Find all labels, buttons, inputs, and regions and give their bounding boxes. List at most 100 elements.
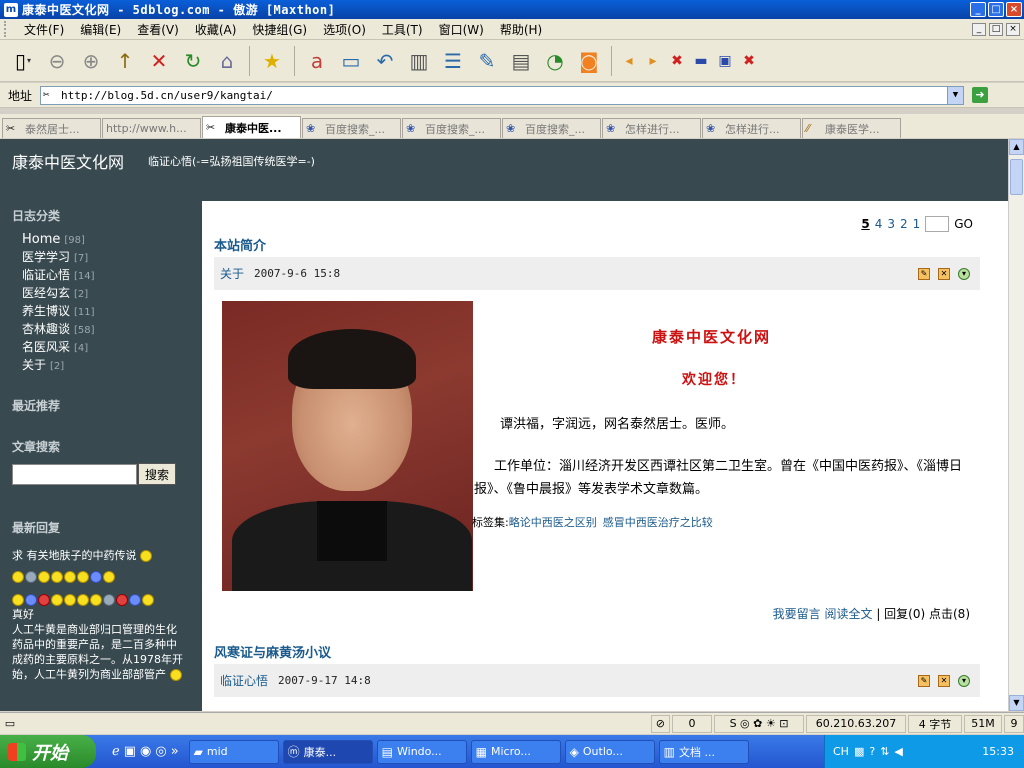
page-link[interactable]: 1 <box>913 217 921 231</box>
columns-icon[interactable]: ▥ <box>404 46 434 76</box>
reply-item[interactable]: 人工牛黄是商业部归口管理的生化药品中的重要产品，是二百多种中成药的主要原料之一。… <box>12 622 184 682</box>
language-indicator[interactable]: CH <box>833 745 849 758</box>
ime-icon[interactable]: ▩ <box>854 745 864 758</box>
menu-file[interactable]: 文件(F) <box>16 21 72 38</box>
pen-icon[interactable]: ▤ <box>506 46 536 76</box>
taskbar-item[interactable]: ▥ 文档 ... <box>658 739 749 764</box>
status-tools-icons[interactable]: S ◎ ✿ ☀ ⊡ <box>714 714 804 733</box>
list-icon[interactable]: ☰ <box>438 46 468 76</box>
scroll-thumb[interactable] <box>1010 159 1023 195</box>
reply-item[interactable]: 真好 <box>12 607 192 622</box>
search-input[interactable] <box>12 463 137 485</box>
go-button[interactable]: ➜ <box>972 87 988 103</box>
chevron-right-icon[interactable]: » <box>171 744 179 759</box>
tab-2[interactable]: http://www.h... <box>102 118 201 138</box>
taskbar-item[interactable]: ◈ Outlo... <box>564 739 655 764</box>
menu-favorites[interactable]: 收藏(A) <box>187 21 245 38</box>
maximize-button[interactable]: □ <box>988 2 1004 17</box>
tab-3[interactable]: ✂ 康泰中医... <box>202 116 301 138</box>
translate-icon[interactable]: a <box>302 46 332 76</box>
delete-icon[interactable]: ✕ <box>938 267 950 280</box>
mdi-close-button[interactable]: × <box>1006 22 1020 36</box>
tab-7[interactable]: ❀ 怎样进行... <box>602 118 701 138</box>
expand-icon[interactable]: ▾ <box>958 674 970 687</box>
speed-icon[interactable]: ◔ <box>540 46 570 76</box>
post-category[interactable]: 临证心悟 <box>220 672 268 689</box>
category-clinical[interactable]: 临证心悟 [14] <box>12 267 192 285</box>
forward-icon[interactable]: ⊕ <box>76 46 106 76</box>
start-button[interactable]: 开始 <box>0 735 96 768</box>
back-icon[interactable]: ⊖ <box>42 46 72 76</box>
media-icon[interactable]: ◉ <box>140 744 151 759</box>
menu-window[interactable]: 窗口(W) <box>431 21 492 38</box>
tab-6[interactable]: ❀ 百度搜索_... <box>502 118 601 138</box>
network-icon[interactable]: ⇅ <box>880 745 889 758</box>
address-input[interactable]: ✂ http://blog.5d.cn/user9/kangtai/ ▼ <box>40 85 964 105</box>
mdi-restore-button[interactable]: □ <box>989 22 1003 36</box>
category-about[interactable]: 关于 [2] <box>12 357 192 375</box>
menu-edit[interactable]: 编辑(E) <box>72 21 129 38</box>
refresh-icon[interactable]: ↻ <box>178 46 208 76</box>
tab-5[interactable]: ❀ 百度搜索_... <box>402 118 501 138</box>
menu-groups[interactable]: 快捷组(G) <box>244 21 315 38</box>
up-icon[interactable]: ↑ <box>110 46 140 76</box>
popup-blocker-icon[interactable]: ⊘ <box>650 714 670 733</box>
close-button[interactable]: × <box>1006 2 1022 17</box>
leave-comment-link[interactable]: 我要留言 <box>773 607 821 621</box>
tag-link[interactable]: 感冒中西医治疗之比较 <box>603 516 713 529</box>
category-anecdotes[interactable]: 杏林趣谈 [58] <box>12 321 192 339</box>
home-icon[interactable]: ⌂ <box>212 46 242 76</box>
taskbar-item[interactable]: ▦ Micro... <box>470 739 561 764</box>
stop-icon[interactable]: ✕ <box>144 46 174 76</box>
delete-icon[interactable]: ✕ <box>938 674 950 687</box>
rss-icon[interactable]: ◙ <box>574 46 604 76</box>
tag-link[interactable]: 略论中西医之区别 <box>509 516 597 529</box>
category-classics[interactable]: 医经勾玄 [2] <box>12 285 192 303</box>
search-button[interactable]: 搜索 <box>138 463 176 485</box>
scroll-down-icon[interactable]: ▼ <box>1009 695 1024 711</box>
reply-item[interactable]: 求 有关地肤子的中药传说 <box>12 548 192 563</box>
read-more-link[interactable]: 阅读全文 <box>824 607 872 621</box>
go-page-button[interactable]: GO <box>954 217 973 231</box>
page-link[interactable]: 3 <box>887 217 895 231</box>
page-link[interactable]: 2 <box>900 217 908 231</box>
close-icon[interactable]: ✖ <box>739 46 759 76</box>
new-page-icon[interactable]: ▯ ▾ <box>8 46 38 76</box>
tab-9[interactable]: ⁄⁄ 康泰医学... <box>802 118 901 138</box>
post-title[interactable]: 风寒证与麻黄汤小议 <box>214 642 331 661</box>
toolbar-grip[interactable] <box>4 21 10 37</box>
page-number-input[interactable] <box>925 216 950 232</box>
minimize-icon[interactable]: ▬ <box>691 46 711 76</box>
category-study[interactable]: 医学学习 [7] <box>12 249 192 267</box>
close-tab-icon[interactable]: ✖ <box>667 46 687 76</box>
browser-icon[interactable]: ◎ <box>155 744 166 759</box>
volume-icon[interactable]: ◀ <box>894 745 902 758</box>
category-famous-doctors[interactable]: 名医风采 [4] <box>12 339 192 357</box>
ie-icon[interactable]: ℯ <box>112 744 120 759</box>
category-home[interactable]: Home [98] <box>12 232 192 249</box>
vertical-scrollbar[interactable]: ▲ ▼ <box>1008 139 1024 711</box>
edit-icon[interactable]: ✎ <box>472 46 502 76</box>
menu-options[interactable]: 选项(O) <box>315 21 374 38</box>
page-current[interactable]: 5 <box>861 217 869 231</box>
post-category[interactable]: 关于 <box>220 265 244 282</box>
taskbar-item[interactable]: ⓜ 康泰... <box>282 739 373 764</box>
chevron-down-icon[interactable]: ▼ <box>947 86 963 104</box>
undo-icon[interactable]: ↶ <box>370 46 400 76</box>
prev-icon[interactable]: ◂ <box>619 46 639 76</box>
mdi-minimize-button[interactable]: _ <box>972 22 986 36</box>
scroll-up-icon[interactable]: ▲ <box>1009 139 1024 155</box>
window-icon[interactable]: ▭ <box>336 46 366 76</box>
minimize-button[interactable]: _ <box>970 2 986 17</box>
next-icon[interactable]: ▸ <box>643 46 663 76</box>
tab-1[interactable]: ✂ 泰然居士... <box>2 118 101 138</box>
menu-view[interactable]: 查看(V) <box>129 21 187 38</box>
edit-icon[interactable]: ✎ <box>918 267 930 280</box>
site-title[interactable]: 康泰中医文化网 <box>12 149 124 173</box>
restore-icon[interactable]: ▣ <box>715 46 735 76</box>
post-title[interactable]: 本站简介 <box>214 235 266 254</box>
edit-icon[interactable]: ✎ <box>918 674 930 687</box>
tab-8[interactable]: ❀ 怎样进行... <box>702 118 801 138</box>
desktop-icon[interactable]: ▣ <box>124 744 136 759</box>
menu-tools[interactable]: 工具(T) <box>374 21 431 38</box>
